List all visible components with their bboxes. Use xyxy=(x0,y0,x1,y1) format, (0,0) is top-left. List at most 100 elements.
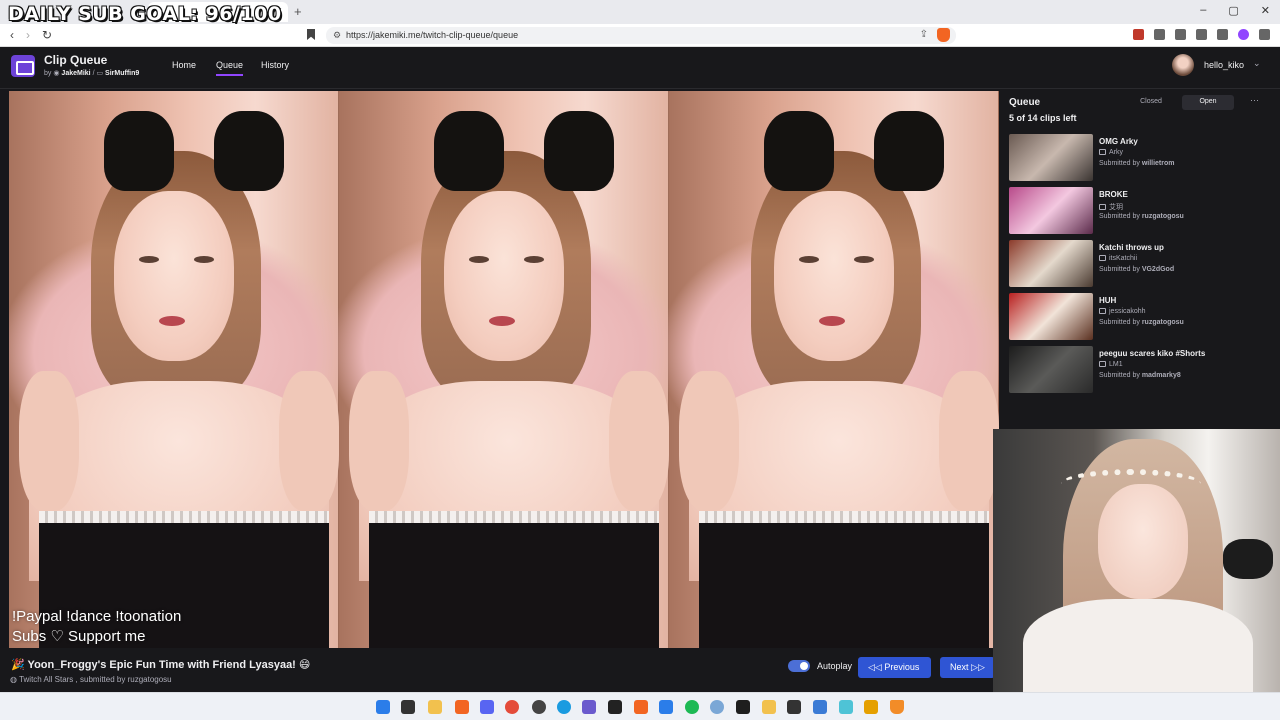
app-icon[interactable] xyxy=(582,700,596,714)
submitted-by-label: Submitted by xyxy=(1099,160,1140,167)
start-icon[interactable] xyxy=(376,700,390,714)
forward-icon[interactable]: › xyxy=(26,28,30,42)
chevron-down-icon[interactable]: ⌄ xyxy=(1253,58,1261,69)
queue-open-toggle[interactable]: Open xyxy=(1182,95,1234,110)
chat-icon xyxy=(1099,361,1106,368)
video-panel xyxy=(669,91,999,648)
terminal-icon[interactable] xyxy=(736,700,750,714)
vlc-icon[interactable] xyxy=(890,700,904,714)
site-settings-icon[interactable]: ⚙ xyxy=(333,30,341,41)
capcut-icon[interactable] xyxy=(608,700,622,714)
list-item[interactable]: BROKE 艾玥 Submitted by ruzgatogosu xyxy=(1009,187,1269,235)
next-button[interactable]: Next ▷▷ xyxy=(940,657,995,678)
author-link-sirmuffin9[interactable]: SirMuffin9 xyxy=(105,70,139,77)
file-explorer-icon[interactable] xyxy=(428,700,442,714)
app-icon[interactable] xyxy=(762,700,776,714)
autoplay-toggle[interactable] xyxy=(788,660,810,672)
clip-title[interactable]: 🎉 Yoon_Froggy's Epic Fun Time with Frien… xyxy=(11,658,310,671)
maximize-button[interactable]: ▢ xyxy=(1228,4,1238,17)
edge-icon[interactable] xyxy=(557,700,571,714)
taskbar xyxy=(0,692,1280,720)
list-item[interactable]: peeguu scares kiko #Shorts LM1 Submitted b… xyxy=(1009,346,1269,394)
list-item[interactable]: OMG Arky Arky Submitted by willietrom xyxy=(1009,134,1269,182)
clip-thumbnail[interactable] xyxy=(1009,240,1093,287)
back-icon[interactable]: ‹ xyxy=(10,28,14,42)
url-field[interactable]: ⚙ https://jakemiki.me/twitch-clip-queue/… xyxy=(326,27,956,44)
sidebar-icon[interactable] xyxy=(1217,29,1228,40)
bookmark-icon[interactable] xyxy=(307,29,315,40)
discord-icon[interactable] xyxy=(480,700,494,714)
rewind-icon: ◁◁ xyxy=(868,662,882,672)
app-icon[interactable] xyxy=(659,700,673,714)
queue-title: Queue xyxy=(1009,97,1041,108)
author-link-jakemiki[interactable]: JakeMiki xyxy=(61,70,90,77)
submitter-name: VG2dGod xyxy=(1141,266,1175,273)
submitter-name: ruzgatogosu xyxy=(1141,319,1184,326)
queue-count: 5 of 14 clips left xyxy=(1009,113,1077,123)
close-window-button[interactable]: ✕ xyxy=(1261,4,1270,17)
clip-item-submitter: Submitted by ruzgatogosu xyxy=(1099,319,1184,326)
extension-icon[interactable] xyxy=(1133,29,1144,40)
app-icon[interactable] xyxy=(710,700,724,714)
clip-channel[interactable]: Twitch All Stars xyxy=(19,675,73,684)
clip-item-submitter: Submitted by willietrom xyxy=(1099,160,1175,167)
url-text: https://jakemiki.me/twitch-clip-queue/qu… xyxy=(346,30,519,40)
username[interactable]: hello_kiko xyxy=(1204,60,1244,70)
video-player[interactable]: !Paypal !dance !toonation Subs ♡ Support… xyxy=(9,91,999,648)
brave-taskbar-icon[interactable] xyxy=(455,700,469,714)
app-icon[interactable] xyxy=(839,700,853,714)
submitted-by-label: Submitted by xyxy=(1099,319,1140,326)
fast-forward-icon: ▷▷ xyxy=(971,662,985,672)
nav-queue[interactable]: Queue xyxy=(216,60,244,76)
avatar[interactable] xyxy=(1172,54,1194,76)
extension-icon[interactable] xyxy=(1175,29,1186,40)
submitter-name: ruzgatogosu xyxy=(1141,213,1184,220)
by-label: by xyxy=(44,70,52,77)
clip-meta: ◍ Twitch All Stars , submitted by ruzgat… xyxy=(10,675,172,684)
list-item[interactable]: HUH jessicakohh Submitted by ruzgatogosu xyxy=(1009,293,1269,341)
extension-icon[interactable] xyxy=(1154,29,1165,40)
clip-thumbnail[interactable] xyxy=(1009,346,1093,393)
app-header: Clip Queue by ◉ JakeMiki / ▭ SirMuffin9 … xyxy=(0,47,1280,89)
task-view-icon[interactable] xyxy=(401,700,415,714)
clip-thumbnail[interactable] xyxy=(1009,134,1093,181)
brave-shields-icon[interactable] xyxy=(937,28,950,42)
spotify-icon[interactable] xyxy=(685,700,699,714)
video-panel xyxy=(339,91,669,648)
music-icon[interactable] xyxy=(1196,29,1207,40)
app-icon[interactable] xyxy=(864,700,878,714)
clip-thumbnail[interactable] xyxy=(1009,293,1093,340)
queue-closed-toggle[interactable]: Closed xyxy=(1126,95,1176,110)
nav-history[interactable]: History xyxy=(261,60,289,70)
previous-button[interactable]: ◁◁ Previous xyxy=(858,657,931,678)
console-icon[interactable] xyxy=(787,700,801,714)
clip-queue-logo-icon[interactable] xyxy=(11,55,35,77)
app-icon[interactable] xyxy=(813,700,827,714)
reload-icon[interactable]: ↻ xyxy=(42,28,52,42)
clip-thumbnail[interactable] xyxy=(1009,187,1093,234)
caption-line: !Paypal !dance !toonation xyxy=(12,608,182,625)
sub-goal-overlay: DAILY SUB GOAL: 96/100 xyxy=(8,3,282,25)
minimize-button[interactable]: – xyxy=(1200,4,1206,17)
more-options-icon[interactable]: ··· xyxy=(1250,95,1259,105)
clip-item-submitter: Submitted by madmarky8 xyxy=(1099,372,1181,379)
channel-name: jessicakohh xyxy=(1109,308,1146,315)
clip-item-submitter: Submitted by VG2dGod xyxy=(1099,266,1174,273)
submitted-by-label: Submitted by xyxy=(1099,266,1140,273)
new-tab-button[interactable]: + xyxy=(294,4,302,19)
list-item[interactable]: Katchi throws up itsKatchii Submitted by V… xyxy=(1009,240,1269,288)
share-icon[interactable]: ⇪ xyxy=(920,29,928,40)
twitch-icon: ◍ xyxy=(10,675,17,684)
obs-icon[interactable] xyxy=(532,700,546,714)
nav-home[interactable]: Home xyxy=(172,60,196,70)
chrome-icon[interactable] xyxy=(505,700,519,714)
address-bar-row: ‹ › ↻ ⚙ https://jakemiki.me/twitch-clip-… xyxy=(0,24,1280,47)
clip-item-channel: 艾玥 xyxy=(1099,202,1123,212)
brave-icon-2[interactable] xyxy=(634,700,648,714)
next-label: Next xyxy=(950,662,969,672)
microphone xyxy=(1223,539,1273,579)
channel-name: 艾玥 xyxy=(1109,204,1123,211)
app-title: Clip Queue xyxy=(44,53,108,67)
menu-icon[interactable] xyxy=(1259,29,1270,40)
profile-icon[interactable] xyxy=(1238,29,1249,40)
